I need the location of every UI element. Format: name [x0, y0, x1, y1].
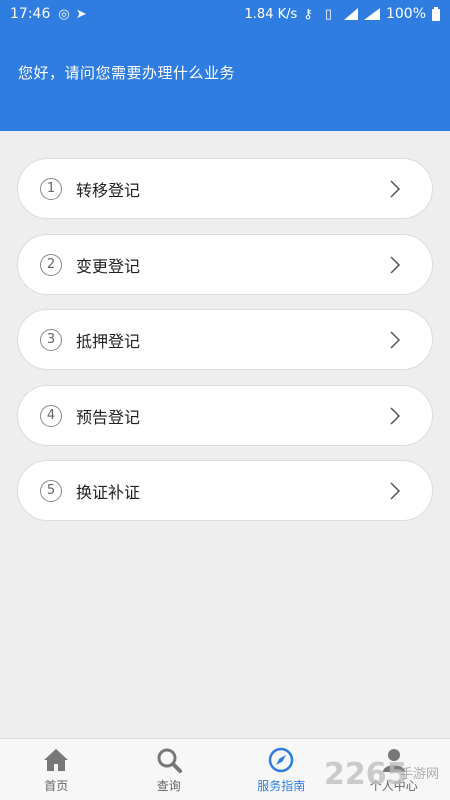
weibo-icon: ◎	[58, 6, 70, 22]
key-icon: ⚷	[303, 6, 313, 22]
tab-label: 首页	[44, 779, 69, 793]
status-bar: 17:46 ◎ ➤ 1.84 K/s ⚷ ▯ 100%	[0, 0, 450, 28]
network-speed: 1.84 K/s	[244, 6, 298, 22]
chevron-right-icon	[390, 330, 401, 349]
tab-search[interactable]: 查询	[113, 739, 226, 800]
item-number: 3	[40, 328, 62, 351]
person-icon	[382, 749, 405, 772]
battery-level: 100%	[385, 6, 426, 22]
signal-4g-icon	[363, 8, 380, 20]
search-icon	[157, 748, 182, 773]
header: 您好，请问您需要办理什么业务	[0, 28, 450, 131]
tab-profile[interactable]: 个人中心	[338, 739, 450, 800]
tab-service-guide[interactable]: 服务指南	[225, 739, 338, 800]
signal-icon	[343, 8, 358, 20]
home-icon	[44, 749, 69, 771]
item-number: 5	[40, 479, 62, 502]
item-label: 转移登记	[76, 180, 141, 200]
chevron-right-icon	[390, 481, 401, 500]
item-label: 变更登记	[76, 256, 141, 276]
list-item-advance-notice[interactable]: 4 预告登记	[17, 385, 433, 446]
list-item-certificate-replace[interactable]: 5 换证补证	[17, 460, 433, 521]
list-item-mortgage[interactable]: 3 抵押登记	[17, 309, 433, 370]
status-time: 17:46	[10, 6, 51, 22]
tab-label: 个人中心	[369, 779, 418, 793]
chevron-right-icon	[390, 406, 401, 425]
item-number: 1	[40, 177, 62, 200]
tab-home[interactable]: 首页	[0, 739, 113, 800]
item-number: 4	[40, 404, 62, 427]
list-item-transfer[interactable]: 1 转移登记	[17, 158, 433, 219]
bottom-tab-bar: 首页 查询 服务指南 个人中心	[0, 738, 450, 800]
item-label: 抵押登记	[76, 331, 141, 351]
item-label: 预告登记	[76, 407, 141, 427]
item-label: 换证补证	[76, 482, 141, 502]
tab-label: 服务指南	[257, 779, 306, 793]
chevron-right-icon	[390, 255, 401, 274]
greeting-text: 您好，请问您需要办理什么业务	[18, 64, 236, 82]
item-number: 2	[40, 253, 62, 276]
send-icon: ➤	[75, 6, 87, 22]
chevron-right-icon	[390, 179, 401, 198]
tab-label: 查询	[156, 779, 181, 793]
battery-icon	[432, 7, 440, 21]
list-item-change[interactable]: 2 变更登记	[17, 234, 433, 295]
compass-icon	[269, 747, 294, 773]
vibrate-icon: ▯	[324, 6, 332, 22]
